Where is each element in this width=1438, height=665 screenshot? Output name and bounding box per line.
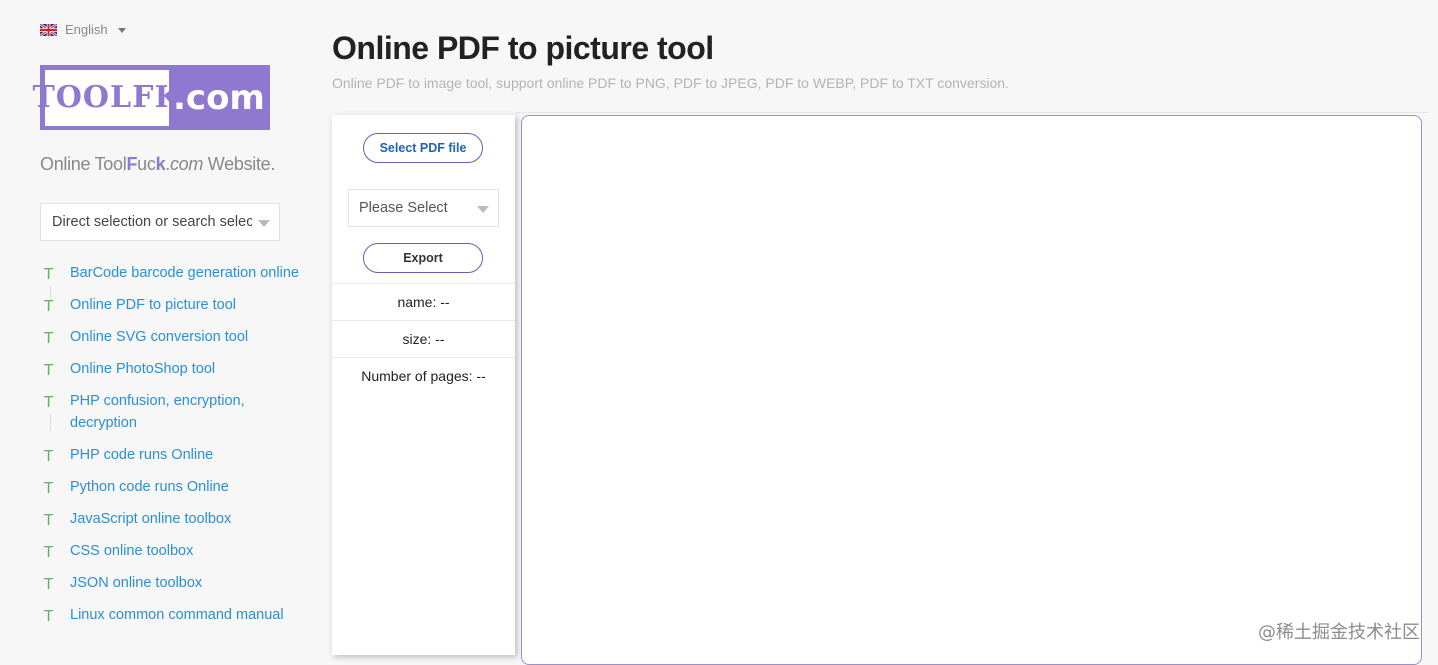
list-item: T Linux common command manual <box>40 604 300 626</box>
tagline-post: Website. <box>203 154 275 174</box>
tool-link[interactable]: PHP confusion, encryption, decryption <box>70 393 245 431</box>
watermark: @稀土掘金技术社区 <box>1258 618 1420 644</box>
tool-link[interactable]: JSON online toolbox <box>70 575 202 591</box>
site-logo[interactable]: TOOLFK .com <box>40 65 270 130</box>
tool-link[interactable]: Linux common command manual <box>70 607 284 623</box>
search-select-value: Direct selection or search select <box>52 214 252 230</box>
tool-t-icon: T <box>44 263 58 283</box>
select-pdf-button[interactable]: Select PDF file <box>363 133 483 163</box>
page-title: Online PDF to picture tool <box>332 30 714 67</box>
tagline-k: k <box>156 154 166 174</box>
list-item: T Python code runs Online <box>40 476 300 498</box>
tool-t-icon: T <box>44 477 58 497</box>
tool-t-icon: T <box>44 573 58 593</box>
list-item: T PHP confusion, encryption, decryption <box>40 390 300 434</box>
tool-list: T BarCode barcode generation online T Onli… <box>40 262 300 636</box>
list-item: T Online PDF to picture tool <box>40 294 300 316</box>
tool-t-icon: T <box>44 509 58 529</box>
tool-link[interactable]: JavaScript online toolbox <box>70 511 231 527</box>
tagline-u: uc <box>137 154 155 174</box>
control-panel: Select PDF file Please Select Export nam… <box>332 115 515 655</box>
tool-link[interactable]: BarCode barcode generation online <box>70 265 299 281</box>
page-subtitle: Online PDF to image tool, support online… <box>332 75 1009 91</box>
tool-t-icon: T <box>44 295 58 315</box>
site-tagline: Online ToolFuck.com Website. <box>40 154 275 175</box>
tagline-f: F <box>126 154 137 174</box>
chevron-down-icon <box>118 28 126 33</box>
format-select[interactable]: Please Select <box>348 189 499 227</box>
divider <box>515 112 1428 113</box>
tool-link[interactable]: CSS online toolbox <box>70 543 193 559</box>
page-count-info: Number of pages: -- <box>332 357 515 394</box>
language-selector[interactable]: English <box>40 22 126 37</box>
list-item: T PHP code runs Online <box>40 444 300 466</box>
tool-link[interactable]: Online PDF to picture tool <box>70 297 236 313</box>
logo-brand: TOOLFK <box>45 70 169 126</box>
pdf-preview-area[interactable] <box>521 115 1422 665</box>
tagline-com: com <box>170 154 203 174</box>
uk-flag-icon <box>40 24 57 36</box>
tool-link[interactable]: Online SVG conversion tool <box>70 329 248 345</box>
tool-search-select[interactable]: Direct selection or search select <box>40 203 280 241</box>
file-size-info: size: -- <box>332 320 515 357</box>
language-label: English <box>65 22 108 37</box>
tool-t-icon: T <box>44 605 58 625</box>
chevron-down-icon <box>258 220 270 227</box>
export-button[interactable]: Export <box>363 243 483 273</box>
file-name-info: name: -- <box>332 283 515 320</box>
list-item: T Online PhotoShop tool <box>40 358 300 380</box>
tool-t-icon: T <box>44 541 58 561</box>
tool-t-icon: T <box>44 327 58 347</box>
tool-t-icon: T <box>44 391 58 411</box>
chevron-down-icon <box>477 206 489 213</box>
list-item: T Online SVG conversion tool <box>40 326 300 348</box>
list-item: T JavaScript online toolbox <box>40 508 300 530</box>
list-item: T CSS online toolbox <box>40 540 300 562</box>
sidebar: English TOOLFK .com Online ToolFuck.com … <box>0 0 310 659</box>
list-item: T JSON online toolbox <box>40 572 300 594</box>
format-select-value: Please Select <box>359 200 448 216</box>
tool-link[interactable]: Python code runs Online <box>70 479 229 495</box>
logo-tld: .com <box>173 78 265 118</box>
tool-t-icon: T <box>44 359 58 379</box>
tool-link[interactable]: PHP code runs Online <box>70 447 213 463</box>
tagline-pre: Online Tool <box>40 154 126 174</box>
tool-t-icon: T <box>44 445 58 465</box>
list-item: T BarCode barcode generation online <box>40 262 300 284</box>
tool-link[interactable]: Online PhotoShop tool <box>70 361 215 377</box>
